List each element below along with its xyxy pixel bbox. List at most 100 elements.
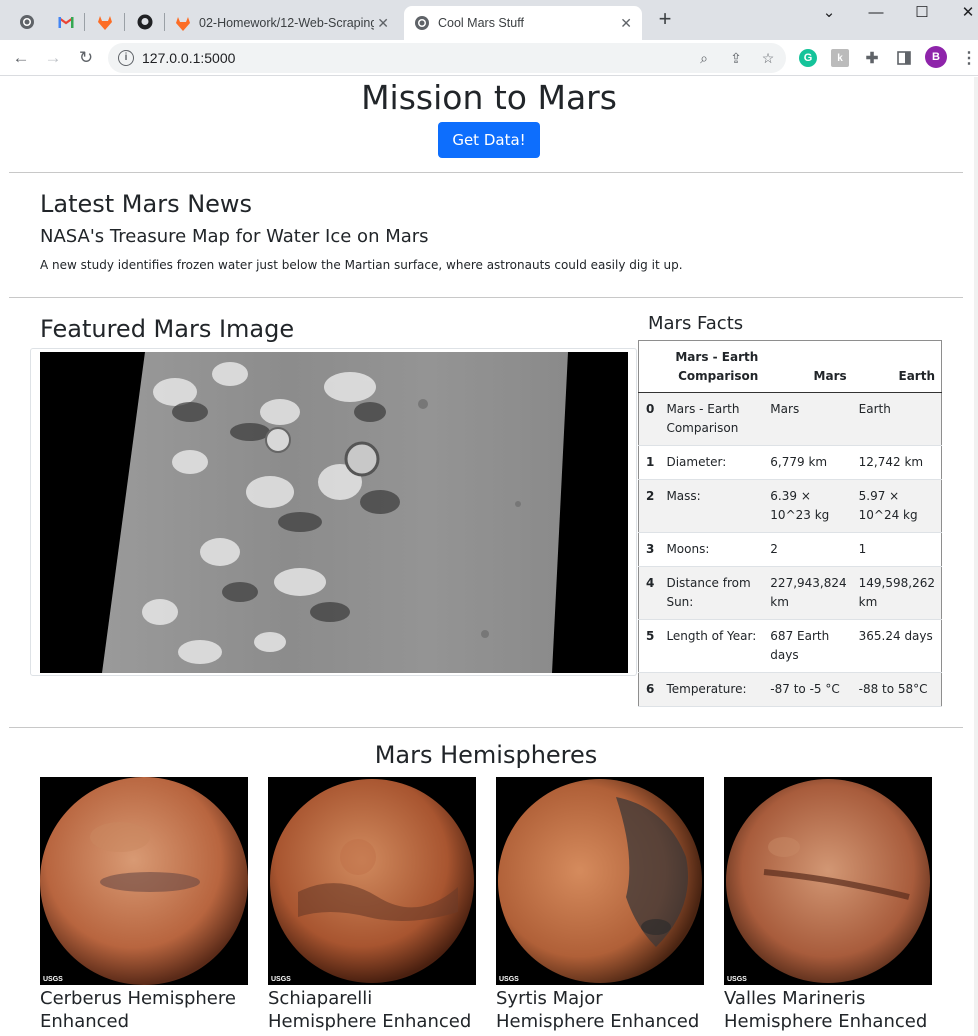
earth-value: 12,742 km bbox=[858, 455, 924, 469]
hemisphere-image[interactable]: USGS bbox=[40, 777, 248, 985]
row-index: 4 bbox=[646, 576, 655, 590]
usgs-logo: USGS bbox=[727, 976, 747, 983]
github-icon[interactable] bbox=[130, 7, 160, 37]
url-text: 127.0.0.1:5000 bbox=[142, 50, 236, 66]
puzzle-icon[interactable]: ✚ bbox=[863, 49, 881, 67]
row-index: 3 bbox=[646, 542, 655, 556]
table-row: 1 Diameter: 6,779 km 12,742 km bbox=[638, 446, 942, 480]
side-panel-icon[interactable] bbox=[895, 49, 913, 67]
gitlab-icon bbox=[175, 15, 191, 31]
row-description: Mars - Earth Comparison bbox=[666, 402, 740, 435]
row-description: Distance from Sun: bbox=[666, 576, 751, 609]
maximize-icon[interactable]: ☐ bbox=[899, 0, 945, 24]
extension-icon[interactable]: k bbox=[831, 49, 849, 67]
row-index: 1 bbox=[646, 455, 655, 469]
row-index: 0 bbox=[646, 402, 655, 416]
table-row: 3 Moons: 2 1 bbox=[638, 533, 942, 567]
earth-value: 5.97 × 10^24 kg bbox=[858, 489, 918, 522]
gmail-icon[interactable] bbox=[51, 7, 81, 37]
usgs-logo: USGS bbox=[499, 976, 519, 983]
menu-dots-icon[interactable]: ⋮ bbox=[960, 49, 978, 67]
globe-icon[interactable] bbox=[12, 7, 42, 37]
row-description: Temperature: bbox=[666, 682, 747, 696]
row-index: 2 bbox=[646, 489, 655, 503]
forward-arrow-icon[interactable]: → bbox=[39, 44, 67, 72]
featured-mars-image bbox=[40, 352, 628, 673]
hemisphere-card-cerberus[interactable]: USGS Cerberus Hemisphere Enhanced bbox=[40, 777, 248, 1033]
hemisphere-card-schiaparelli[interactable]: USGS Schiaparelli Hemisphere Enhanced bbox=[268, 777, 476, 1033]
column-header: Mars - Earth Comparison bbox=[660, 340, 765, 393]
row-index: 6 bbox=[646, 682, 655, 696]
new-tab-icon[interactable]: + bbox=[653, 8, 677, 32]
grammarly-icon[interactable]: G bbox=[799, 49, 817, 67]
row-description: Moons: bbox=[666, 542, 710, 556]
featured-section-title: Featured Mars Image bbox=[40, 315, 295, 343]
page-scrollbar[interactable] bbox=[974, 77, 978, 1036]
close-window-icon[interactable]: ✕ bbox=[945, 0, 978, 24]
chevron-down-icon[interactable]: ⌄ bbox=[806, 0, 852, 24]
share-icon[interactable]: ⇪ bbox=[727, 49, 745, 67]
globe-icon bbox=[414, 15, 430, 31]
divider bbox=[9, 172, 963, 173]
close-tab-icon[interactable]: ✕ bbox=[620, 15, 632, 32]
divider bbox=[9, 297, 963, 298]
tab-label: Cool Mars Stuff bbox=[438, 16, 524, 30]
column-header: Mars bbox=[764, 340, 853, 393]
earth-value: -88 to 58°C bbox=[858, 682, 928, 696]
table-row: 5 Length of Year: 687 Earth days 365.24 … bbox=[638, 620, 942, 673]
usgs-logo: USGS bbox=[271, 976, 291, 983]
row-description: Diameter: bbox=[666, 455, 727, 469]
header-jumbotron: Mission to Mars Get Data! bbox=[0, 78, 978, 158]
mars-value: -87 to -5 °C bbox=[770, 682, 840, 696]
divider bbox=[9, 727, 963, 728]
tab-label: 02-Homework/12-Web-Scraping bbox=[199, 16, 374, 30]
featured-section: Featured Mars Image bbox=[40, 315, 294, 343]
earth-value: 1 bbox=[858, 542, 867, 556]
page-title: Mission to Mars bbox=[361, 78, 617, 117]
hemisphere-card-syrtis-major[interactable]: USGS Syrtis Major Hemisphere Enhanced bbox=[496, 777, 704, 1033]
mars-value: 227,943,824 km bbox=[770, 576, 847, 609]
page-content: Mission to Mars Get Data! Latest Mars Ne… bbox=[0, 77, 978, 1036]
back-arrow-icon[interactable]: ← bbox=[7, 44, 35, 72]
mars-value: 687 Earth days bbox=[770, 629, 830, 662]
address-bar[interactable]: i 127.0.0.1:5000 ⌕ ⇪ ☆ bbox=[108, 43, 786, 73]
hemisphere-title[interactable]: Valles Marineris Hemisphere Enhanced bbox=[724, 987, 932, 1033]
facts-section-title: Mars Facts bbox=[648, 313, 744, 334]
hemisphere-image[interactable]: USGS bbox=[496, 777, 704, 985]
table-row: 2 Mass: 6.39 × 10^23 kg 5.97 × 10^24 kg bbox=[638, 479, 942, 533]
row-index: 5 bbox=[646, 629, 655, 643]
row-description: Length of Year: bbox=[666, 629, 757, 643]
site-info-icon[interactable]: i bbox=[118, 50, 134, 66]
tab-cool-mars-stuff[interactable]: Cool Mars Stuff ✕ bbox=[404, 6, 642, 40]
earth-value: 365.24 days bbox=[858, 629, 933, 643]
zoom-icon[interactable]: ⌕ bbox=[695, 49, 713, 67]
minimize-icon[interactable]: — bbox=[853, 0, 899, 24]
hemisphere-title[interactable]: Cerberus Hemisphere Enhanced bbox=[40, 987, 248, 1033]
hemisphere-image[interactable]: USGS bbox=[724, 777, 932, 985]
news-section-title: Latest Mars News bbox=[40, 190, 253, 218]
profile-avatar[interactable]: B bbox=[925, 46, 947, 68]
news-section: Latest Mars News NASA's Treasure Map for… bbox=[40, 190, 683, 272]
hemisphere-title[interactable]: Schiaparelli Hemisphere Enhanced bbox=[268, 987, 476, 1033]
earth-value: Earth bbox=[858, 402, 891, 416]
gitlab-icon[interactable] bbox=[90, 7, 120, 37]
news-headline: NASA's Treasure Map for Water Ice on Mar… bbox=[40, 226, 429, 247]
hemispheres-section-title: Mars Hemispheres bbox=[374, 741, 598, 769]
mars-value: 6.39 × 10^23 kg bbox=[770, 489, 830, 522]
tab-homework[interactable]: 02-Homework/12-Web-Scraping ✕ bbox=[165, 6, 399, 40]
table-row: 0 Mars - Earth Comparison Mars Earth bbox=[638, 392, 942, 446]
reload-icon[interactable]: ↻ bbox=[72, 44, 100, 72]
mars-facts-table: Mars - Earth Comparison Mars Earth 0 Mar… bbox=[638, 340, 942, 707]
news-teaser: A new study identifies frozen water just… bbox=[40, 258, 683, 272]
mars-value: 2 bbox=[770, 542, 778, 556]
browser-tab-strip: 02-Homework/12-Web-Scraping ✕ Cool Mars … bbox=[0, 0, 978, 40]
hemisphere-image[interactable]: USGS bbox=[268, 777, 476, 985]
hemisphere-card-valles-marineris[interactable]: USGS Valles Marineris Hemisphere Enhance… bbox=[724, 777, 932, 1033]
bookmark-star-icon[interactable]: ☆ bbox=[759, 49, 777, 67]
get-data-button[interactable]: Get Data! bbox=[438, 122, 540, 158]
table-row: 6 Temperature: -87 to -5 °C -88 to 58°C bbox=[638, 672, 942, 707]
earth-value: 149,598,262 km bbox=[858, 576, 935, 609]
usgs-logo: USGS bbox=[43, 976, 63, 983]
hemisphere-title[interactable]: Syrtis Major Hemisphere Enhanced bbox=[496, 987, 704, 1033]
close-tab-icon[interactable]: ✕ bbox=[377, 15, 389, 32]
